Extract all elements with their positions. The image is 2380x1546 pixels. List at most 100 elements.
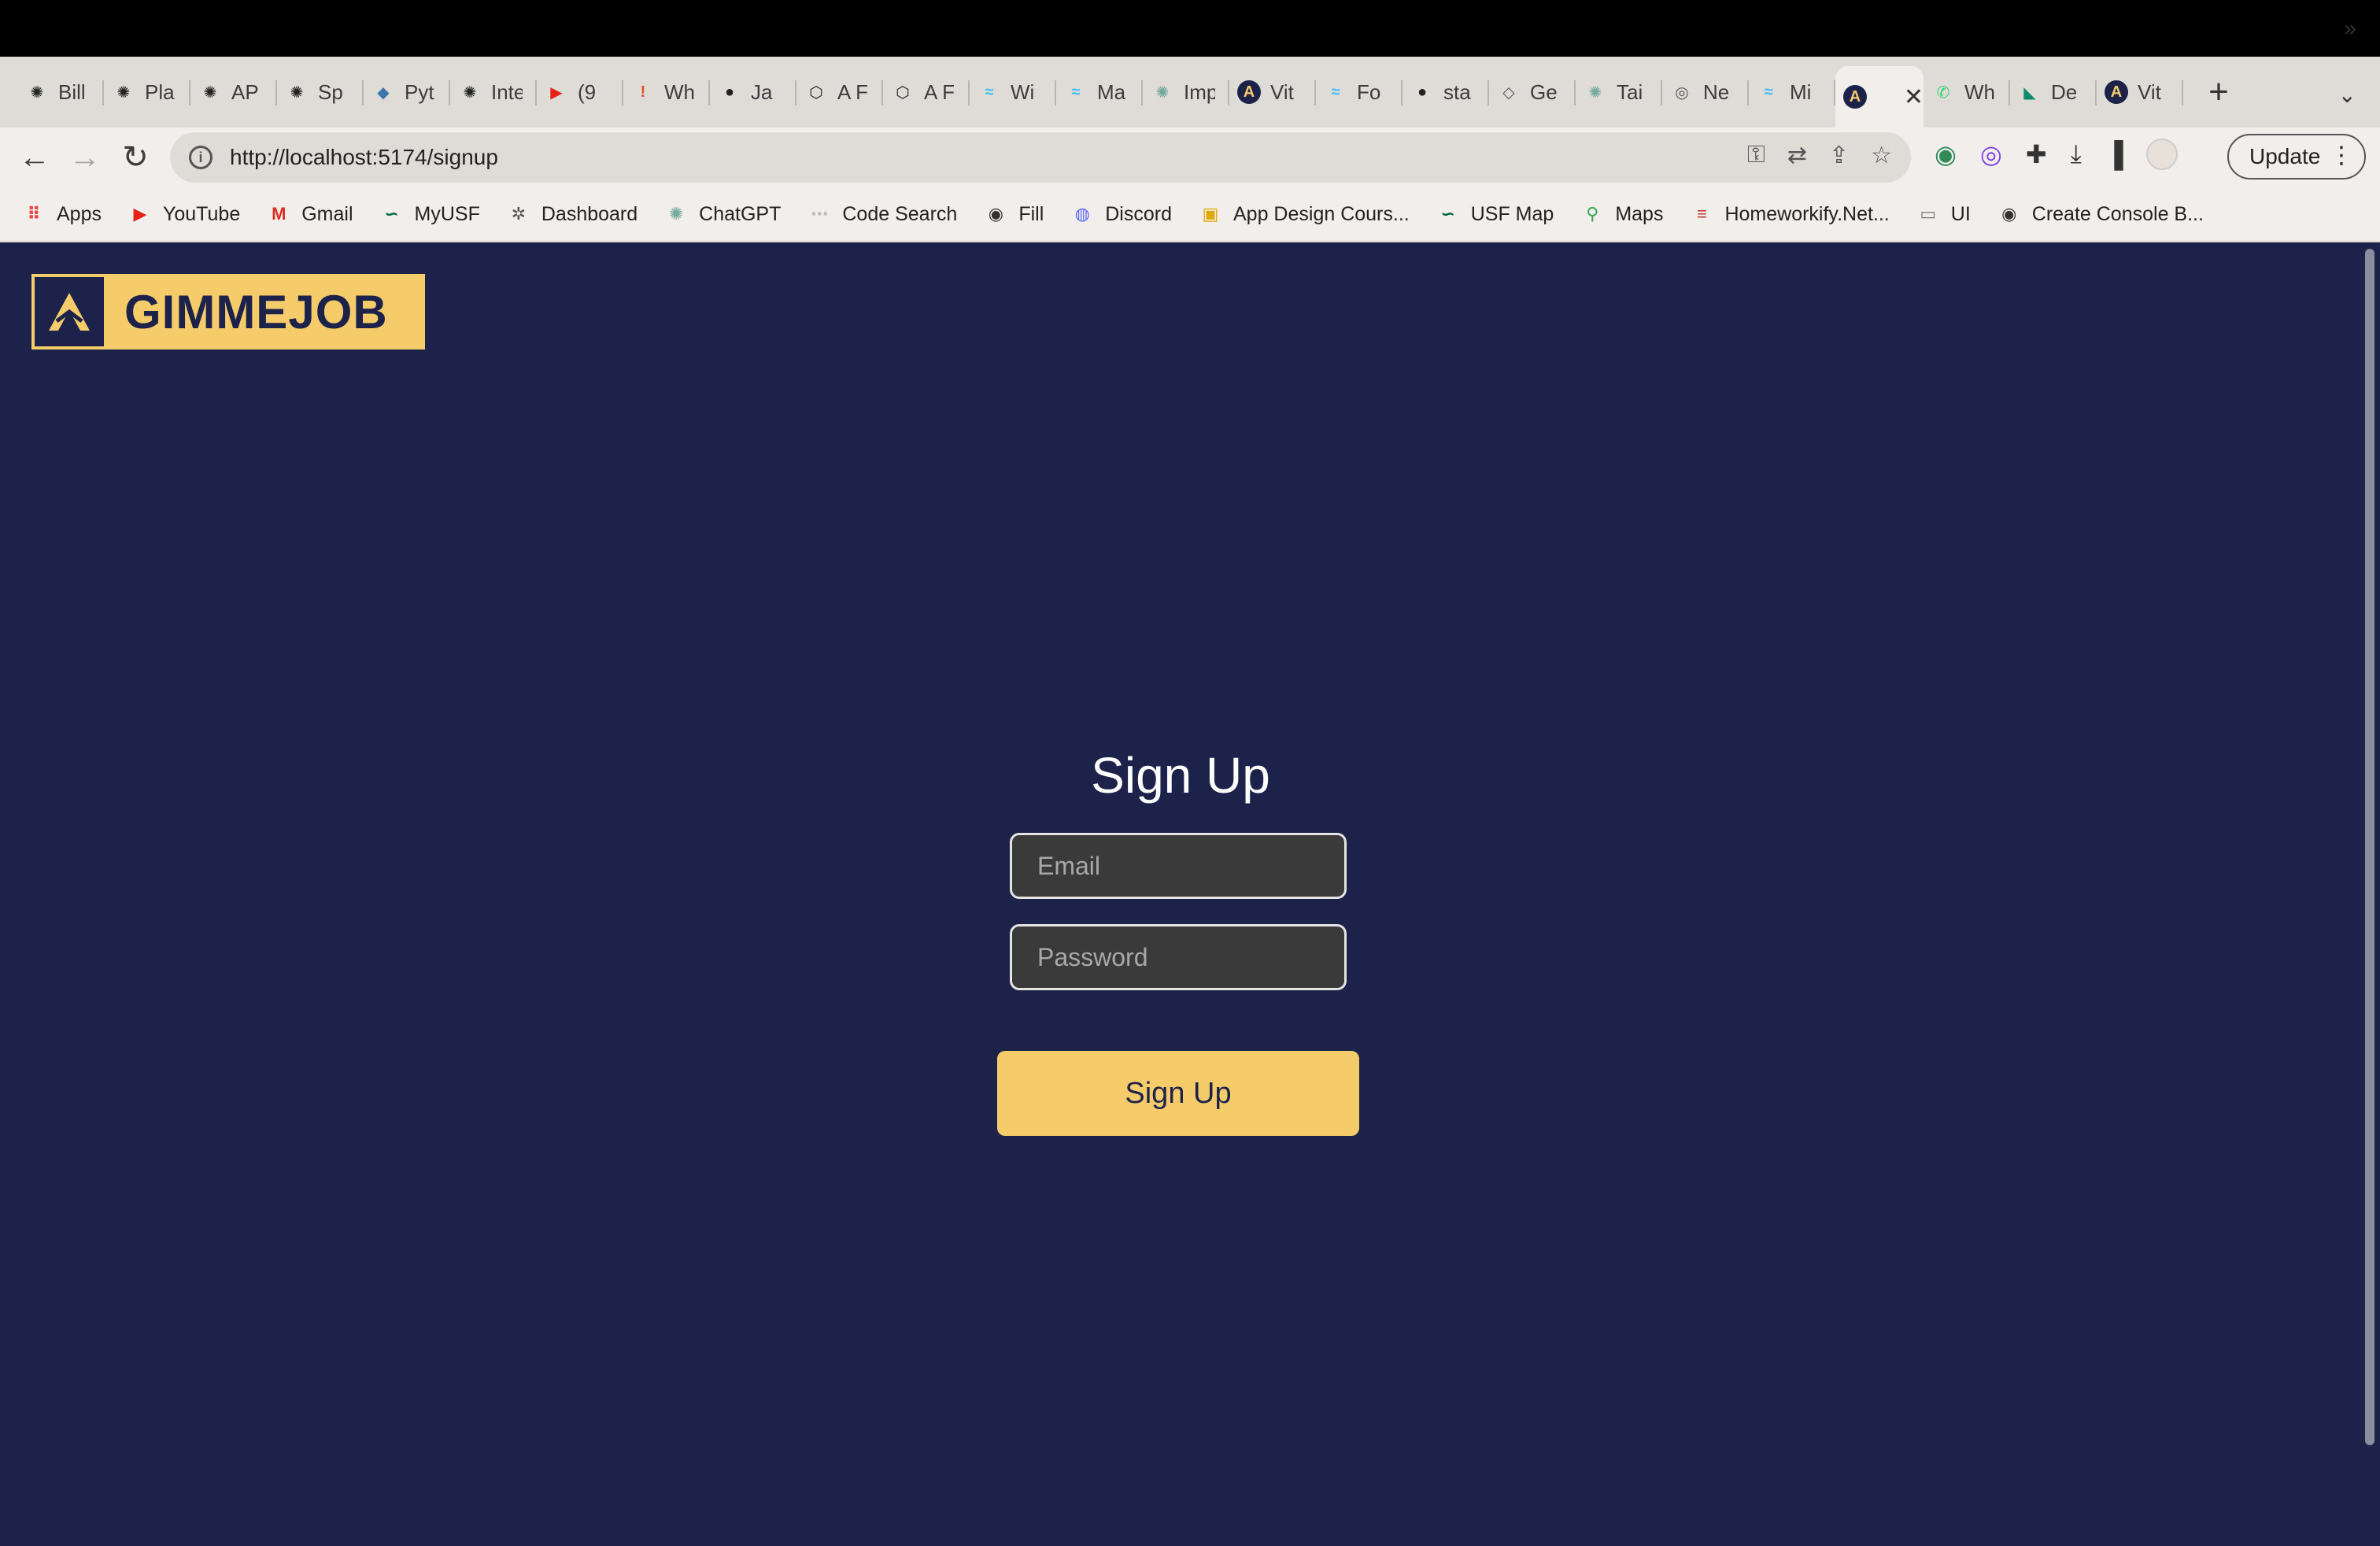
key-icon[interactable]: ⚿ [1747, 142, 1765, 169]
bookmark-item[interactable]: ▶ YouTube [128, 202, 241, 226]
bookmark-item[interactable]: ⋯ Code Search [808, 202, 957, 226]
address-url[interactable]: http://localhost:5174/signup [230, 145, 498, 170]
whatsapp-icon: ✆ [1936, 83, 1950, 102]
address-bar[interactable]: i http://localhost:5174/signup ⚿ ⇄ ⇪ ☆ [170, 132, 1911, 183]
bookmark-label: MyUSF [414, 202, 480, 225]
bookmark-item[interactable]: ▣ App Design Cours... [1199, 202, 1410, 226]
bookmark-label: UI [1950, 202, 1971, 225]
browser-tab[interactable]: ◣ De [2010, 66, 2097, 118]
browser-tab[interactable]: ✺ AP [190, 66, 277, 118]
update-button[interactable]: Update ⋮ [2227, 134, 2366, 179]
github-icon: ● [1417, 83, 1428, 101]
side-panel-icon[interactable]: ▐ [2105, 140, 2123, 169]
tab-title: Ja [751, 80, 773, 104]
extensions-puzzle-icon[interactable]: ✚ [2026, 139, 2047, 169]
browser-tab[interactable]: ⬡ A F [883, 66, 970, 118]
tab-title: Mi [1790, 80, 1812, 104]
browser-tab[interactable]: ≈ Mi [1749, 66, 1835, 118]
bookmark-item[interactable]: ≡ Homeworkify.Net... [1690, 202, 1890, 226]
email-field[interactable] [1010, 833, 1347, 899]
tab-title: Imp [1184, 80, 1215, 104]
extension-robot-icon[interactable]: ◉ [1935, 139, 1957, 169]
extension-color-icon[interactable]: ◎ [1980, 139, 2002, 169]
bookmark-item[interactable]: M Gmail [267, 202, 353, 226]
forward-arrow-icon[interactable]: → [60, 132, 110, 183]
bookmark-item[interactable]: ◉ Fill [984, 202, 1044, 226]
tab-title: Pla [145, 80, 175, 104]
browser-tab[interactable]: ◎ Ne [1662, 66, 1749, 118]
scrollbar-thumb[interactable] [2365, 249, 2374, 1445]
bookmark-star-icon[interactable]: ☆ [1871, 142, 1892, 169]
browser-tab[interactable]: ≈ Fo [1316, 66, 1402, 118]
page-scrollbar[interactable] [2361, 242, 2380, 1546]
gmail-icon: M [272, 204, 286, 224]
tab-title: Ma [1097, 80, 1126, 104]
tab-strip: ✺ Bill ✺ Pla ✺ AP ✺ Sp ◆ Pyt ✺ Inte ▶ (9! Wh ● Ja ⬡ A F ⬡ A … [0, 57, 2380, 128]
bookmark-item[interactable]: ◍ Discord [1070, 202, 1172, 226]
share-icon[interactable]: ⇪ [1829, 142, 1849, 169]
browser-tab[interactable]: A Vit [2097, 66, 2183, 118]
browser-tab[interactable]: ◆ Pyt [364, 66, 450, 118]
gimmejob-logo[interactable]: GIMMEJOB [31, 274, 425, 350]
back-arrow-icon[interactable]: ← [9, 132, 60, 183]
bookmarks-overflow-icon[interactable]: » [2344, 16, 2356, 41]
tab-title: AP [231, 80, 259, 104]
browser-tab[interactable]: ⬡ A F [796, 66, 883, 118]
bookmark-item[interactable]: ⠿ Apps [22, 202, 102, 226]
site-info-icon[interactable]: i [189, 146, 213, 169]
bookmark-label: Maps [1615, 202, 1664, 225]
browser-tab[interactable]: ≈ Wi [970, 66, 1056, 118]
books-icon: ≡ [1697, 204, 1707, 224]
bookmark-item[interactable]: ∽ MyUSF [380, 202, 480, 226]
browser-tab[interactable]: ✆ Wh [1924, 66, 2010, 118]
bookmark-label: Discord [1105, 202, 1172, 225]
openai-icon: ✺ [116, 83, 131, 102]
bookmark-item[interactable]: ▭ UI [1916, 202, 1971, 226]
browser-tab[interactable]: ▶ (9 [537, 66, 623, 118]
gimmejob-icon: A [1843, 85, 1867, 109]
bookmark-label: Create Console B... [2031, 202, 2204, 225]
bookmark-item[interactable]: ✺ ChatGPT [664, 202, 781, 226]
browser-tab[interactable]: ✺ Bill [17, 66, 104, 118]
browser-tab[interactable]: ≈ Ma [1056, 66, 1143, 118]
logo-text: GIMMEJOB [124, 285, 388, 338]
bookmark-label: App Design Cours... [1233, 202, 1410, 225]
bookmark-label: USF Map [1470, 202, 1554, 225]
tab-search-chevron-icon[interactable]: ⌄ [2338, 82, 2356, 108]
browser-tab[interactable]: ✺ Tai [1576, 66, 1662, 118]
bookmark-item[interactable]: ◉ Create Console B... [1998, 202, 2204, 226]
browser-tab[interactable]: ✺ Pla [104, 66, 190, 118]
browser-tab[interactable]: ● sta [1402, 66, 1489, 118]
bookmark-item[interactable]: ∽ USF Map [1436, 202, 1554, 226]
download-icon[interactable]: ⤓ [2071, 139, 2082, 169]
dashboard-icon: ✲ [511, 204, 527, 224]
bookmark-item[interactable]: ⚲ Maps [1580, 202, 1663, 226]
browser-tab[interactable]: A Vit [1229, 66, 1316, 118]
tab-active[interactable]: A ✕ [1835, 66, 1924, 128]
openai-icon: ✺ [30, 83, 44, 102]
new-tab-plus-icon[interactable]: + [2191, 68, 2246, 116]
browser-tab[interactable]: ✺ Sp [277, 66, 364, 118]
bookmark-item[interactable]: ✲ Dashboard [507, 202, 638, 226]
close-tab-icon[interactable]: ✕ [1904, 83, 1924, 111]
translate-icon[interactable]: ⇄ [1787, 142, 1807, 169]
password-field[interactable] [1010, 924, 1347, 990]
sign-up-button[interactable]: Sign Up [997, 1051, 1359, 1136]
browser-tab[interactable]: ✺ Imp [1143, 66, 1229, 118]
browser-tab[interactable]: ✺ Inte [450, 66, 537, 118]
chatgpt-icon: ✺ [668, 204, 684, 224]
tab-title: A F [924, 80, 955, 104]
menu-dots-icon[interactable]: ⋮ [2330, 142, 2353, 169]
tab-title: Fo [1357, 80, 1381, 104]
youtube-icon: ▶ [133, 204, 147, 224]
bookmark-label: YouTube [162, 202, 241, 225]
tab-title: Wh [664, 80, 695, 104]
browser-tab[interactable]: ◇ Ge [1489, 66, 1576, 118]
tailwind-icon: ≈ [1331, 83, 1340, 101]
profile-avatar[interactable] [2146, 139, 2179, 170]
browser-tab[interactable]: ! Wh [623, 66, 710, 118]
code-search-icon: ⋯ [811, 204, 829, 224]
reload-icon[interactable]: ↻ [110, 132, 161, 183]
bookmark-label: Apps [57, 202, 102, 225]
browser-tab[interactable]: ● Ja [710, 66, 796, 118]
